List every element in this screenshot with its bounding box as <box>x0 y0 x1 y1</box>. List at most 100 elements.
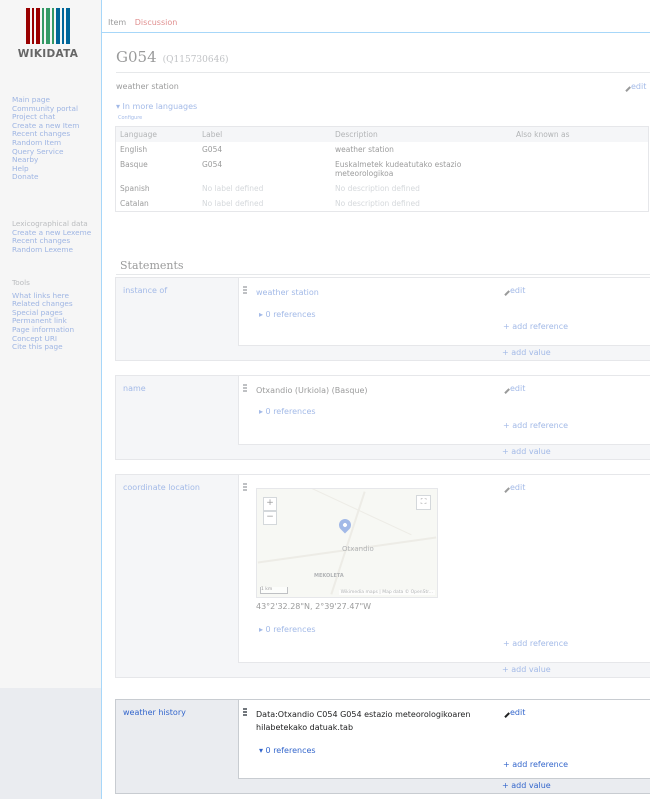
add-value-button[interactable]: + add value <box>502 781 551 790</box>
header-edit-link[interactable]: edit <box>621 81 646 92</box>
fullscreen-icon[interactable]: ⛶ <box>416 495 431 510</box>
edit-label: edit <box>510 384 526 393</box>
rank-icon[interactable] <box>243 708 247 717</box>
description-cell: No description defined <box>335 184 420 193</box>
add-value-bar: + add value <box>238 345 650 360</box>
pencil-icon <box>500 383 510 394</box>
nav-main: Main page Community portal Project chat … <box>12 95 79 182</box>
statement-value-area: Otxandio (Urkiola) (Basque) edit ▸ 0 ref… <box>238 376 650 444</box>
add-reference-button[interactable]: + add reference <box>503 639 568 648</box>
add-value-button[interactable]: + add value <box>502 348 551 357</box>
statements-heading: Statements <box>120 259 184 272</box>
add-value-bar: + add value <box>238 444 650 459</box>
language-cell: English <box>120 145 148 154</box>
column-header: Label <box>198 126 331 142</box>
edit-button[interactable]: edit <box>500 482 526 493</box>
coordinate-value[interactable]: 43°2'32.28"N, 2°39'27.47"W <box>256 602 371 611</box>
property-label[interactable]: coordinate location <box>123 483 200 492</box>
label-cell: No label defined <box>202 199 264 208</box>
item-label: G054 <box>116 48 157 66</box>
map-place-label: MEKOLETA <box>314 573 344 579</box>
add-reference-button[interactable]: + add reference <box>503 322 568 331</box>
tabs-divider <box>102 32 650 33</box>
map-scale: 1 km <box>260 587 288 594</box>
add-value-button[interactable]: + add value <box>502 665 551 674</box>
statement-value[interactable]: Data:Otxandio C054 G054 estazio meteorol… <box>256 708 496 734</box>
aliases-cell <box>512 196 649 212</box>
nav-item[interactable]: Donate <box>12 173 79 182</box>
label-cell: G054 <box>202 160 223 169</box>
statement-weather-history: weather history Data:Otxandio C054 G054 … <box>115 699 650 794</box>
references-toggle[interactable]: ▸ 0 references <box>259 407 316 416</box>
pencil-icon <box>500 482 510 493</box>
language-cell: Basque <box>120 160 148 169</box>
zoom-out-button[interactable]: − <box>263 511 277 525</box>
edit-label: edit <box>510 483 526 492</box>
edit-button[interactable]: edit <box>500 707 526 718</box>
sidebar: WIKIDATA Main page Community portal Proj… <box>0 0 101 799</box>
configure-link[interactable]: Configure <box>118 115 142 121</box>
rank-icon[interactable] <box>243 483 247 492</box>
rank-icon[interactable] <box>243 384 247 393</box>
edit-button[interactable]: edit <box>500 383 526 394</box>
table-row: Basque G054 Euskalmetek kudeatutako esta… <box>116 157 649 181</box>
references-toggle[interactable]: ▾ 0 references <box>259 746 316 755</box>
property-label[interactable]: weather history <box>123 708 186 717</box>
add-value-button[interactable]: + add value <box>502 447 551 456</box>
location-map[interactable]: + − ⛶ Otxandio MEKOLETA 1 km Wikimedia m… <box>256 488 438 598</box>
table-row: Catalan No label defined No description … <box>116 196 649 212</box>
statement-name: name Otxandio (Urkiola) (Basque) edit ▸ … <box>115 375 650 460</box>
property-label[interactable]: instance of <box>123 286 167 295</box>
aliases-cell <box>512 157 649 181</box>
language-cell: Spanish <box>120 184 150 193</box>
add-reference-button[interactable]: + add reference <box>503 760 568 769</box>
rank-icon[interactable] <box>243 286 247 295</box>
column-header: Description <box>331 126 512 142</box>
nav-tools: Tools What links here Related changes Sp… <box>12 278 74 352</box>
map-town-label: Otxandio <box>342 545 374 553</box>
nav-item[interactable]: Random Lexeme <box>12 245 91 255</box>
nav-item[interactable]: Cite this page <box>12 343 74 352</box>
map-attribution[interactable]: Wikimedia maps | Map data © OpenStr... <box>338 590 435 595</box>
pencil-icon <box>500 707 510 718</box>
nav-heading-tools: Tools <box>12 278 30 287</box>
edit-button[interactable]: edit <box>500 285 526 296</box>
in-more-languages-toggle[interactable]: ▾ In more languages <box>116 102 197 111</box>
zoom-in-button[interactable]: + <box>263 497 277 511</box>
label-cell: G054 <box>202 145 223 154</box>
edit-label: edit <box>510 286 526 295</box>
add-value-bar: + add value <box>238 662 650 677</box>
title-divider <box>116 72 650 73</box>
table-row: English G054 weather station <box>116 142 649 157</box>
language-cell: Catalan <box>120 199 149 208</box>
table-header-row: Language Label Description Also known as <box>115 126 649 142</box>
item-id: (Q115730646) <box>162 55 229 65</box>
tab-discussion[interactable]: Discussion <box>135 18 178 27</box>
pencil-icon <box>621 81 631 92</box>
statements-divider <box>116 274 650 275</box>
page-title: G054 (Q115730646) <box>116 48 229 66</box>
statement-coordinate-location: coordinate location + − ⛶ Otxandio MEKOL… <box>115 474 650 678</box>
item-description: weather station <box>116 82 179 91</box>
tab-item[interactable]: Item <box>108 18 126 27</box>
nav-lexico: Lexicographical data Create a new Lexeme… <box>12 219 91 255</box>
property-label[interactable]: name <box>123 384 146 393</box>
statement-value-area: + − ⛶ Otxandio MEKOLETA 1 km Wikimedia m… <box>238 475 650 662</box>
statement-value[interactable]: weather station <box>256 286 319 299</box>
column-header: Also known as <box>512 126 649 142</box>
map-road <box>330 491 366 595</box>
wikidata-logo[interactable]: WIKIDATA <box>14 8 82 64</box>
pencil-icon <box>500 285 510 296</box>
edit-label: edit <box>510 708 526 717</box>
languages-table: Language Label Description Also known as… <box>115 126 649 212</box>
references-toggle[interactable]: ▸ 0 references <box>259 625 316 634</box>
description-cell: No description defined <box>335 199 420 208</box>
add-reference-button[interactable]: + add reference <box>503 421 568 430</box>
wikidata-barcode-icon <box>14 8 82 44</box>
statement-value[interactable]: Otxandio (Urkiola) (Basque) <box>256 384 368 397</box>
statement-value-area: weather station edit ▸ 0 references + ad… <box>238 278 650 345</box>
aliases-cell <box>512 142 649 157</box>
description-cell: weather station <box>335 145 394 154</box>
table-row: Spanish No label defined No description … <box>116 181 649 196</box>
references-toggle[interactable]: ▸ 0 references <box>259 310 316 319</box>
